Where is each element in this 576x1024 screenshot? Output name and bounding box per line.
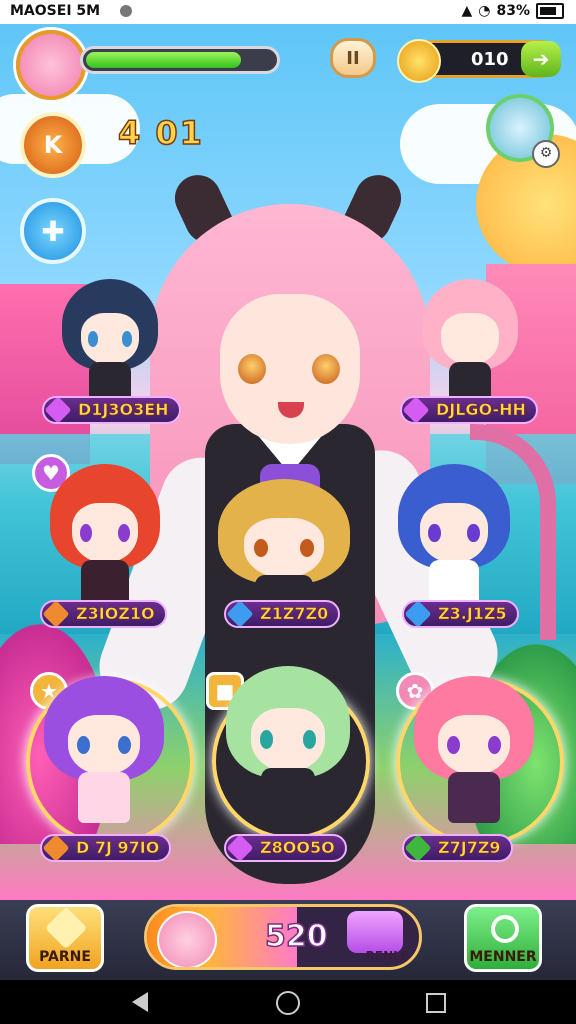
parne-button[interactable]: PARNE <box>26 904 104 972</box>
battery-icon <box>536 3 564 19</box>
level-badge[interactable]: K <box>20 112 86 178</box>
settings-gear-icon[interactable]: ⚙ <box>532 140 560 168</box>
gift-icon <box>347 911 403 953</box>
energy-avatar <box>157 911 217 967</box>
energy-label: RENLE <box>365 949 409 963</box>
health-bar-fill <box>86 52 242 68</box>
character-2-tag: DJLGO-HH <box>400 396 538 424</box>
game-scene: D1J3O3EH DJLGO-HH ♥ Z3IOZ1O Z1Z7Z0 Z3.J1… <box>0 24 576 900</box>
character-7[interactable] <box>226 666 350 826</box>
character-face <box>420 503 488 563</box>
character-8-tag: Z7J7Z9 <box>402 834 513 862</box>
character-5-tag: Z3.J1Z5 <box>402 600 519 628</box>
main-character-face <box>220 294 360 444</box>
character-6-name: D 7J 97IO <box>76 838 160 858</box>
signal-icon: ▲ <box>461 3 473 19</box>
character-1[interactable] <box>62 279 158 409</box>
character-face <box>250 707 326 772</box>
character-6-tag: D 7J 97IO <box>40 834 172 862</box>
character-4-tag: Z1Z7Z0 <box>224 600 341 628</box>
gem-icon <box>42 834 70 862</box>
character-2-name: DJLGO-HH <box>436 400 526 420</box>
character-8-name: Z7J7Z9 <box>438 838 501 858</box>
character-1-name: D1J3O3EH <box>78 400 169 420</box>
energy-bar[interactable]: 520 RENLE <box>144 904 422 970</box>
character-outfit <box>260 768 316 823</box>
menner-button[interactable]: MENNER <box>464 904 542 972</box>
character-1-tag: D1J3O3EH <box>42 396 181 424</box>
home-icon[interactable] <box>276 991 300 1015</box>
character-3-tag: Z3IOZ1O <box>40 600 167 628</box>
character-outfit <box>77 772 131 823</box>
pause-button[interactable]: II <box>330 38 376 78</box>
recent-apps-icon[interactable] <box>426 993 446 1013</box>
eye-left <box>238 354 266 384</box>
gem-icon <box>404 600 432 628</box>
puzzle-button-icon[interactable]: ✚ <box>20 198 86 264</box>
character-3-name: Z3IOZ1O <box>76 604 155 624</box>
character-7-name: Z8OO5O <box>260 838 335 858</box>
gem-icon <box>226 834 254 862</box>
character-face <box>72 503 138 563</box>
back-icon[interactable] <box>132 992 148 1012</box>
gem-icon <box>402 396 430 424</box>
character-4-name: Z1Z7Z0 <box>260 604 329 624</box>
status-icons: ▲ ◔ 83% <box>461 3 564 19</box>
character-2[interactable] <box>422 279 518 409</box>
character-5[interactable] <box>398 464 510 614</box>
ring-icon <box>491 915 519 943</box>
battery-percent: 83% <box>496 3 530 19</box>
score-display: 4 01 <box>117 113 204 153</box>
character-5-name: Z3.J1Z5 <box>438 604 507 624</box>
parne-label: PARNE <box>39 949 91 965</box>
character-outfit <box>447 772 501 823</box>
character-face <box>441 312 499 365</box>
coin-value: 010 <box>471 49 509 70</box>
health-bar <box>80 46 280 74</box>
gem-icon <box>44 396 72 424</box>
character-8[interactable] <box>414 676 534 826</box>
character-face <box>81 312 139 365</box>
diamond-icon <box>44 906 88 950</box>
character-6[interactable] <box>44 676 164 826</box>
coin-counter: 010 ➔ <box>397 39 561 83</box>
mouth <box>278 402 304 418</box>
player-avatar[interactable] <box>16 30 86 100</box>
wifi-icon: ◔ <box>478 3 491 19</box>
energy-value: 520 <box>264 918 328 955</box>
notification-dot-icon <box>120 5 132 17</box>
character-face <box>438 715 510 775</box>
gem-icon <box>226 600 254 628</box>
coin-icon <box>397 39 441 83</box>
gem-icon <box>404 834 432 862</box>
eye-right <box>312 354 340 384</box>
add-coins-button[interactable]: ➔ <box>521 41 561 77</box>
status-bar: MAOSEI 5M ▲ ◔ 83% <box>0 0 576 24</box>
bottom-action-bar: PARNE 520 RENLE MENNER <box>0 900 576 980</box>
character-3[interactable] <box>50 464 160 614</box>
navigation-bar <box>0 980 576 1024</box>
character-face <box>244 518 324 578</box>
character-7-tag: Z8OO5O <box>224 834 347 862</box>
gem-icon <box>42 600 70 628</box>
status-bar-text: MAOSEI 5M <box>10 3 101 19</box>
menner-label: MENNER <box>469 949 537 965</box>
character-face <box>68 715 140 775</box>
